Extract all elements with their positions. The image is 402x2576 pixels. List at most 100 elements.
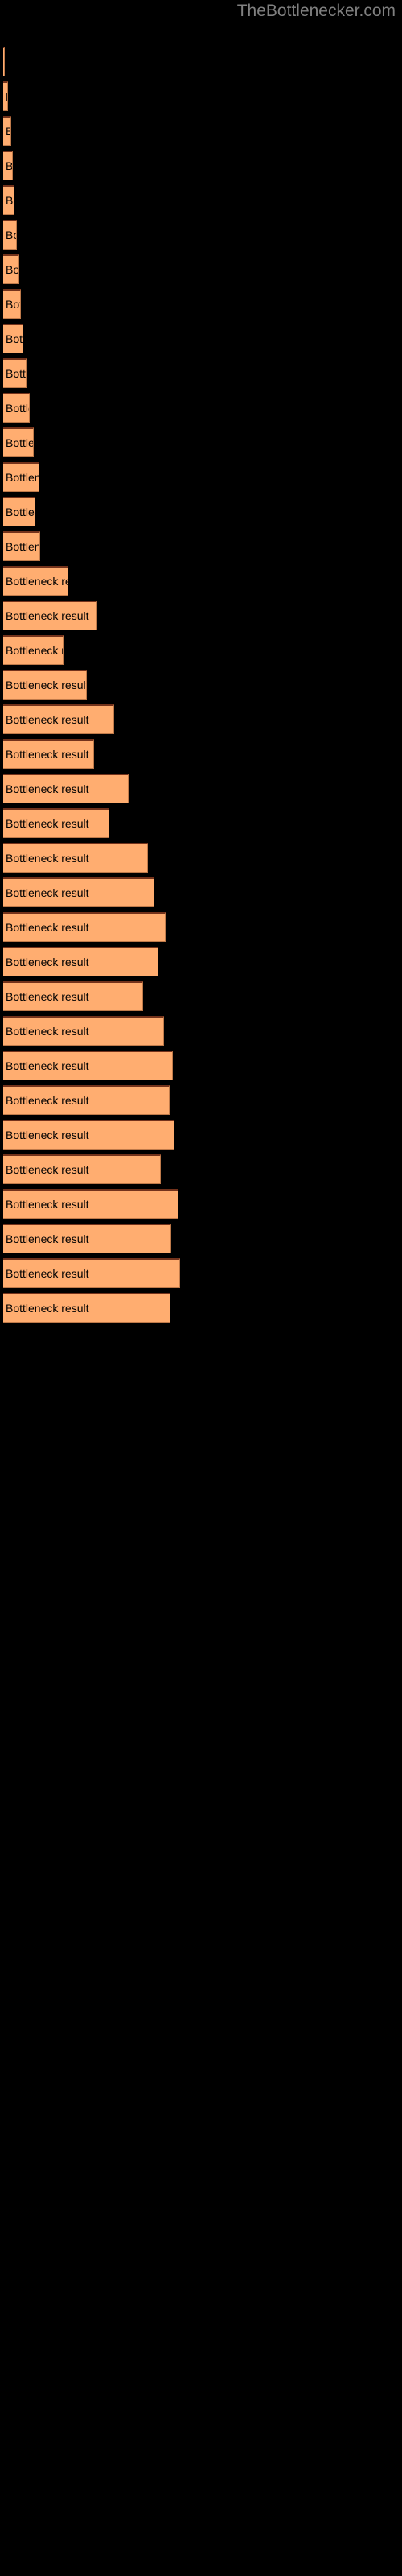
bar-row: Bottleneck result: [3, 531, 40, 561]
bar-29[interactable]: Bottleneck result: [3, 1016, 164, 1046]
bar-30[interactable]: Bottleneck result: [3, 1051, 173, 1080]
bar-21[interactable]: Bottleneck result: [3, 739, 94, 769]
bar-row: Bottleneck result: [3, 947, 158, 976]
bar-label: Bottleneck result: [6, 575, 68, 588]
bar-16[interactable]: Bottleneck result: [3, 566, 68, 596]
bar-label: Bottleneck result: [6, 1302, 89, 1315]
bar-row: Bottleneck result: [3, 981, 143, 1011]
bar-8[interactable]: Bottleneck result: [3, 289, 21, 319]
bar-label: Bottleneck result: [6, 1198, 89, 1211]
bar-17[interactable]: Bottleneck result: [3, 601, 97, 630]
bar-11[interactable]: Bottleneck result: [3, 393, 30, 423]
bar-27[interactable]: Bottleneck result: [3, 947, 158, 976]
bar-label: Bottleneck result: [6, 1129, 89, 1141]
bar-label: Bottleneck result: [6, 1094, 89, 1107]
bar-13[interactable]: Bottleneck result: [3, 462, 39, 492]
bar-label: Bottleneck result: [6, 609, 89, 622]
bar-15[interactable]: Bottleneck result: [3, 531, 40, 561]
bar-row: Bottleneck result: [3, 427, 34, 457]
bar-label: Bottleneck result: [6, 713, 89, 726]
bar-7[interactable]: Bottleneck result: [3, 254, 19, 284]
bar-row: Bottleneck result: [3, 912, 166, 942]
bar-3[interactable]: Bottleneck result: [3, 116, 11, 146]
bar-label: Bottleneck result: [6, 852, 89, 865]
bar-9[interactable]: Bottleneck result: [3, 324, 23, 353]
bar-row: Bottleneck result: [3, 808, 109, 838]
bar-label: Bottleneck result: [6, 886, 89, 899]
bar-label: Bottleneck result: [6, 436, 33, 449]
bar-label: Bottleneck result: [6, 194, 14, 207]
bar-row: Bottleneck result: [3, 497, 35, 526]
bar-row: Bottleneck result: [3, 47, 5, 76]
bar-37[interactable]: Bottleneck result: [3, 1293, 170, 1323]
bar-row: Bottleneck result: [3, 704, 114, 734]
bar-row: Bottleneck result: [3, 843, 148, 873]
bar-label: Bottleneck result: [6, 1025, 89, 1038]
bar-row: Bottleneck result: [3, 670, 87, 700]
bar-12[interactable]: Bottleneck result: [3, 427, 34, 457]
bar-row: Bottleneck result: [3, 1120, 174, 1150]
bar-label: Bottleneck result: [6, 402, 29, 415]
bar-label: Bottleneck result: [6, 817, 89, 830]
bar-row: Bottleneck result: [3, 151, 13, 180]
bar-row: Bottleneck result: [3, 774, 129, 803]
bar-34[interactable]: Bottleneck result: [3, 1189, 178, 1219]
bar-row: Bottleneck result: [3, 1258, 180, 1288]
bar-label: Bottleneck result: [6, 263, 19, 276]
bar-4[interactable]: Bottleneck result: [3, 151, 13, 180]
bar-row: Bottleneck result: [3, 220, 17, 250]
bar-33[interactable]: Bottleneck result: [3, 1154, 161, 1184]
bar-row: Bottleneck result: [3, 601, 97, 630]
bar-row: Bottleneck result: [3, 81, 8, 111]
bar-row: Bottleneck result: [3, 1154, 161, 1184]
bar-22[interactable]: Bottleneck result: [3, 774, 129, 803]
bar-row: Bottleneck result: [3, 1085, 170, 1115]
bar-row: Bottleneck result: [3, 1224, 171, 1253]
bar-row: Bottleneck result: [3, 635, 64, 665]
bar-row: Bottleneck result: [3, 185, 14, 215]
bar-35[interactable]: Bottleneck result: [3, 1224, 171, 1253]
bar-label: Bottleneck result: [6, 229, 16, 242]
bottleneck-bar-chart: Bottleneck result Bottleneck result Bottle…: [0, 0, 402, 2576]
bar-10[interactable]: Bottleneck result: [3, 358, 27, 388]
bar-20[interactable]: Bottleneck result: [3, 704, 114, 734]
bar-label: Bottleneck result: [6, 125, 10, 138]
bar-23[interactable]: Bottleneck result: [3, 808, 109, 838]
bar-row: Bottleneck result: [3, 1293, 170, 1323]
bar-36[interactable]: Bottleneck result: [3, 1258, 180, 1288]
bar-row: Bottleneck result: [3, 116, 11, 146]
bar-18[interactable]: Bottleneck result: [3, 635, 64, 665]
bar-2[interactable]: Bottleneck result: [3, 81, 8, 111]
bar-1[interactable]: Bottleneck result: [3, 47, 5, 76]
bar-6[interactable]: Bottleneck result: [3, 220, 17, 250]
bar-label: Bottleneck result: [6, 1163, 89, 1176]
bar-26[interactable]: Bottleneck result: [3, 912, 166, 942]
bar-label: Bottleneck result: [6, 782, 89, 795]
bar-row: Bottleneck result: [3, 1016, 164, 1046]
bar-row: Bottleneck result: [3, 739, 94, 769]
bar-row: Bottleneck result: [3, 393, 30, 423]
bar-label: Bottleneck result: [6, 159, 13, 172]
bar-row: Bottleneck result: [3, 877, 154, 907]
bar-32[interactable]: Bottleneck result: [3, 1120, 174, 1150]
bar-label: Bottleneck result: [6, 1267, 89, 1280]
bar-25[interactable]: Bottleneck result: [3, 877, 154, 907]
bar-row: Bottleneck result: [3, 254, 19, 284]
bar-14[interactable]: Bottleneck result: [3, 497, 35, 526]
bar-row: Bottleneck result: [3, 1189, 178, 1219]
bar-label: Bottleneck result: [6, 367, 27, 380]
bar-31[interactable]: Bottleneck result: [3, 1085, 170, 1115]
bar-row: Bottleneck result: [3, 462, 39, 492]
bar-label: Bottleneck result: [6, 506, 35, 518]
bar-5[interactable]: Bottleneck result: [3, 185, 14, 215]
bar-label: Bottleneck result: [6, 1059, 89, 1072]
bar-19[interactable]: Bottleneck result: [3, 670, 87, 700]
bar-row: Bottleneck result: [3, 358, 27, 388]
bar-label: Bottleneck result: [6, 956, 89, 968]
bar-label: Bottleneck result: [6, 90, 7, 103]
bar-24[interactable]: Bottleneck result: [3, 843, 148, 873]
bar-row: Bottleneck result: [3, 324, 23, 353]
bar-28[interactable]: Bottleneck result: [3, 981, 143, 1011]
bar-row: Bottleneck result: [3, 1051, 173, 1080]
bar-label: Bottleneck result: [6, 990, 89, 1003]
